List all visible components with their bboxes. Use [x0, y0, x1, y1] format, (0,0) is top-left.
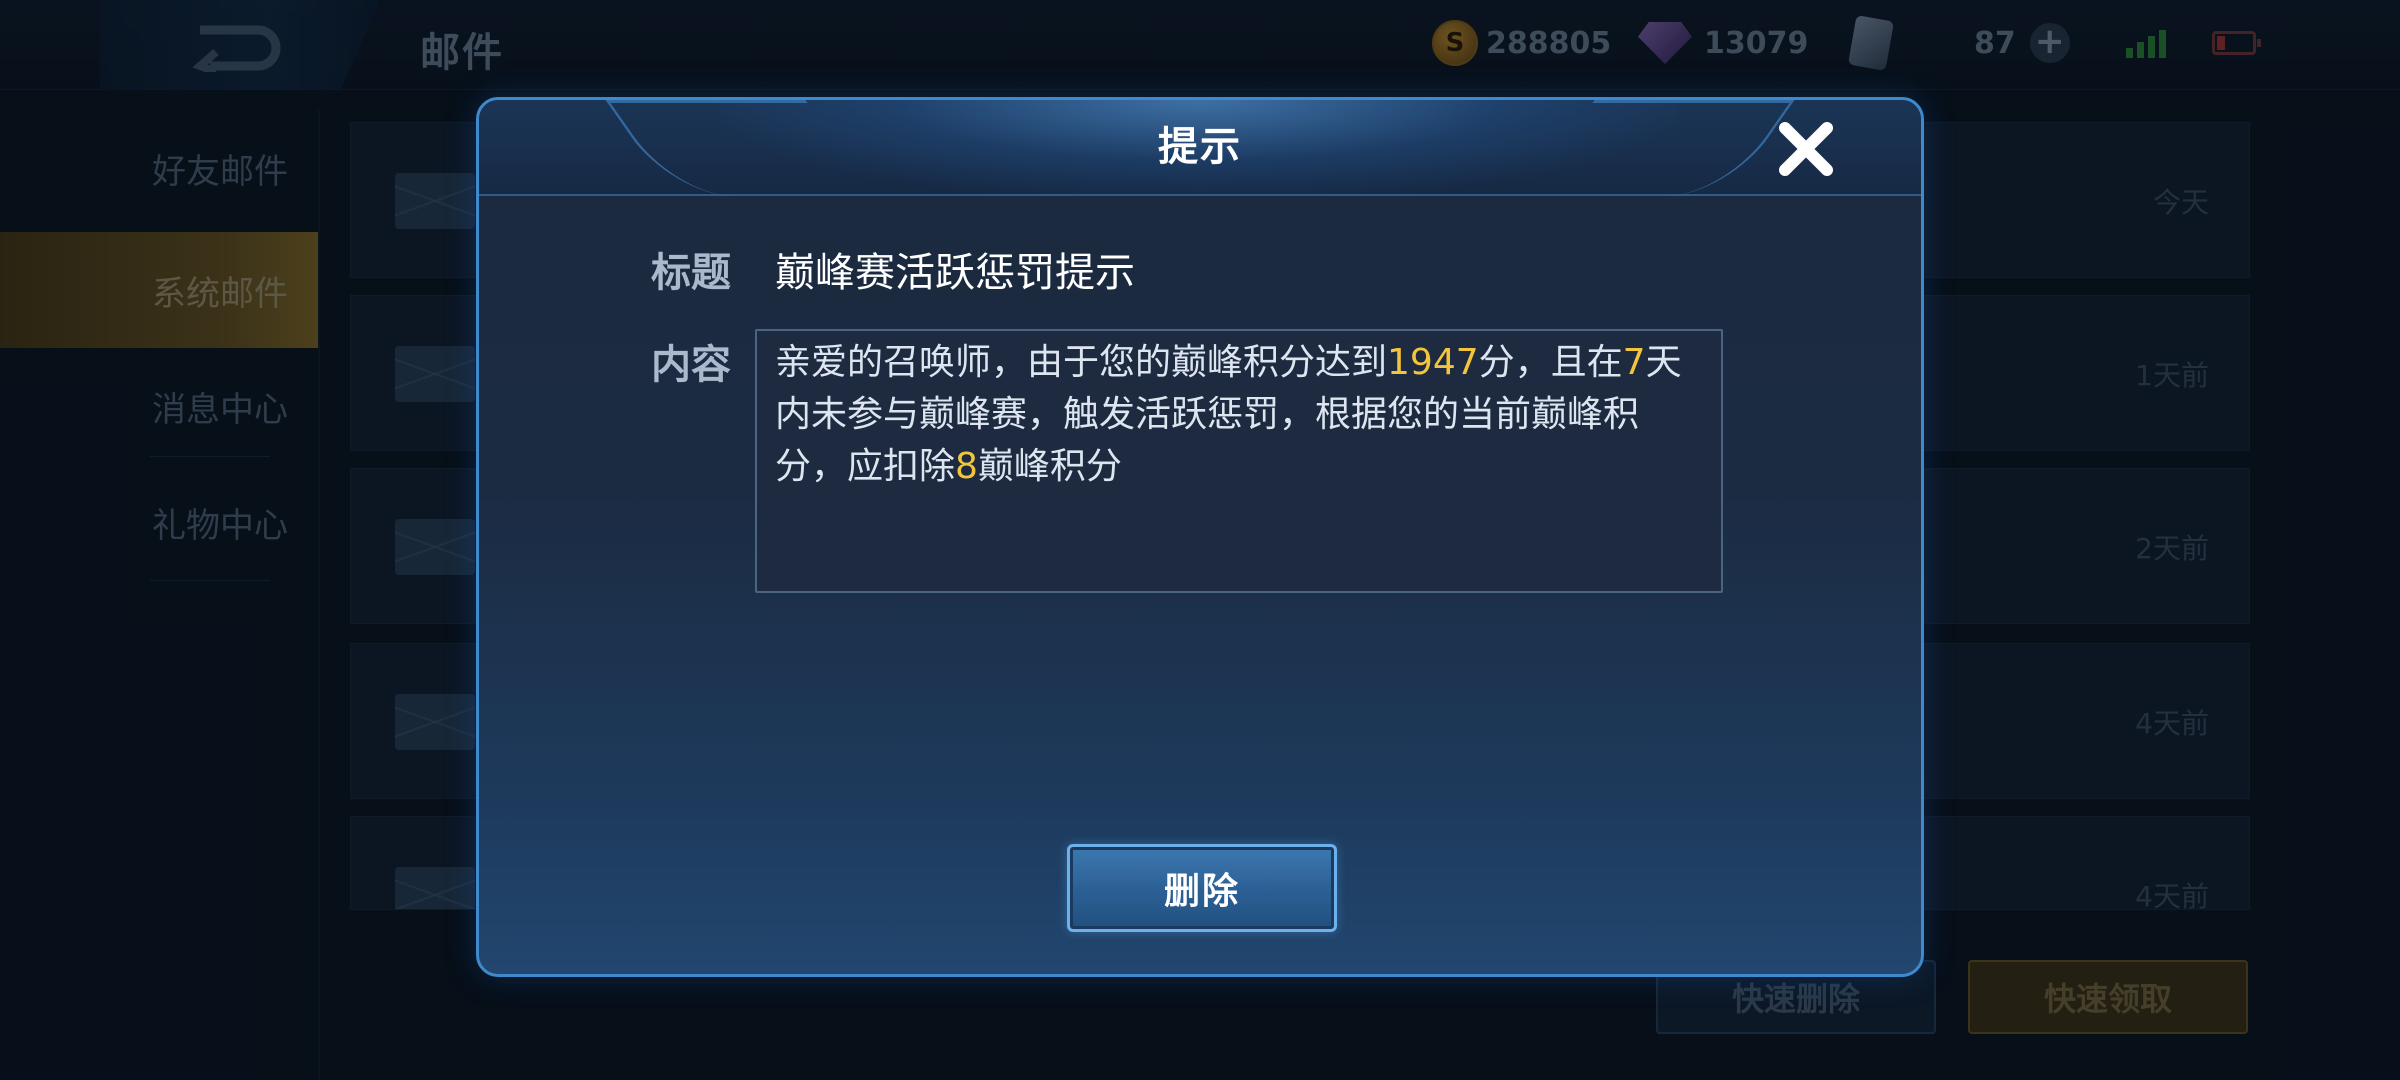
mail-content-box[interactable]: 亲爱的召唤师，由于您的巅峰积分达到1947分，且在7天内未参与巅峰赛，触发活跃惩…: [755, 329, 1723, 593]
subject-label: 标题: [651, 250, 731, 296]
dialog-title: 提示: [1158, 124, 1242, 170]
mail-detail-dialog: 提示 标题 巅峰赛活跃惩罚提示 内容 亲爱的召唤师，由于您的巅峰积分达到1947…: [476, 97, 1924, 977]
delete-button[interactable]: 删除: [1067, 844, 1337, 932]
dialog-header: 提示: [479, 100, 1921, 196]
deduct-points-value: 8: [955, 446, 978, 487]
content-text: 巅峰积分: [977, 446, 1122, 487]
mail-subject-value: 巅峰赛活跃惩罚提示: [775, 250, 1135, 296]
content-label: 内容: [651, 342, 731, 388]
close-button[interactable]: [1773, 116, 1839, 182]
content-text: 亲爱的召唤师，由于您的巅峰积分达到: [775, 342, 1388, 383]
close-icon: [1779, 122, 1833, 176]
peak-score-value: 1947: [1387, 342, 1479, 383]
content-text: 分，且在: [1478, 342, 1623, 383]
inactive-days-value: 7: [1622, 342, 1646, 383]
